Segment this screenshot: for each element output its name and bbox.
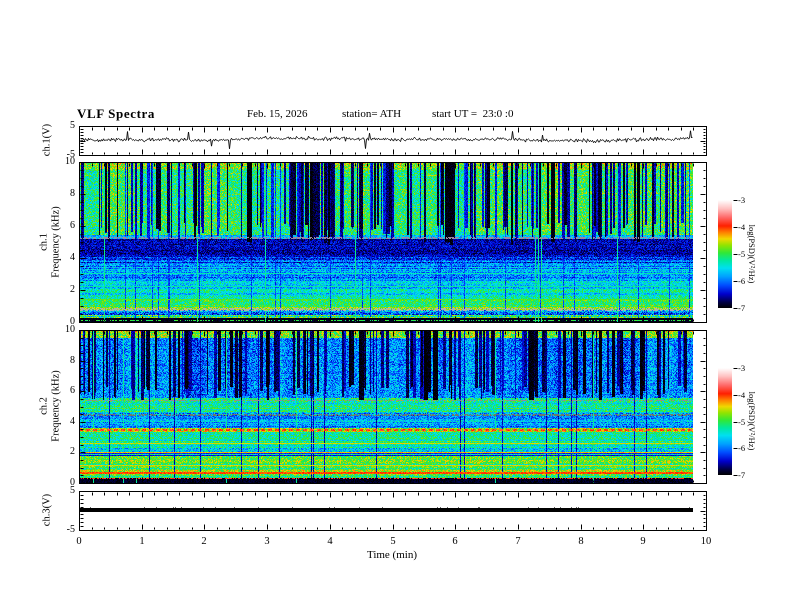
- y-tick-label: 2: [70, 284, 75, 295]
- ch2-channel-label: ch.2: [38, 397, 50, 415]
- y-tick-label: 2: [70, 446, 75, 457]
- x-tick-label: 0: [76, 536, 82, 547]
- y-tick-label: 5: [70, 485, 75, 496]
- colorbar-tick-label: -5: [738, 249, 746, 259]
- colorbar-tick-label: -5: [738, 417, 746, 427]
- ch1-channel-label: ch.1: [38, 233, 50, 251]
- x-tick-label: 10: [700, 536, 712, 547]
- x-tick-label: 1: [139, 536, 145, 547]
- x-tick-label: 5: [390, 536, 396, 547]
- x-tick-label: 9: [640, 536, 646, 547]
- axes-frame-ticks: [0, 0, 792, 612]
- y-tick-label: 4: [70, 416, 75, 427]
- y-tick-label: 5: [70, 120, 75, 131]
- y-tick-label: 8: [70, 188, 75, 199]
- colorbar-tick-label: -3: [738, 195, 746, 205]
- y-tick-label: 10: [65, 324, 75, 335]
- colorbar-tick-label: -7: [738, 303, 746, 313]
- x-axis-title: Time (min): [366, 549, 417, 561]
- x-tick-label: 6: [452, 536, 458, 547]
- colorbar-tick-label: -4: [738, 222, 746, 232]
- colorbar1-axis-label: log(PSD)(V²/Hz): [747, 224, 757, 284]
- y-tick-label: -5: [66, 524, 75, 535]
- y-tick-label: 8: [70, 355, 75, 366]
- colorbar-ch2: [718, 368, 732, 475]
- y-tick-label: 4: [70, 252, 75, 263]
- x-tick-label: 4: [327, 536, 333, 547]
- colorbar-tick-label: -7: [738, 470, 746, 480]
- x-tick-label: 7: [515, 536, 521, 547]
- x-tick-label: 2: [201, 536, 207, 547]
- ch3-voltage-axis-label: ch.3(V): [41, 493, 53, 527]
- x-tick-label: 3: [264, 536, 270, 547]
- colorbar-tick-label: -3: [738, 363, 746, 373]
- colorbar-tick-label: -6: [738, 443, 746, 453]
- y-tick-label: 10: [65, 156, 75, 167]
- colorbar-tick-label: -6: [738, 276, 746, 286]
- vlf-spectra-figure: VLF Spectra Feb. 15, 2026 station= ATH s…: [0, 0, 792, 612]
- x-tick-label: 8: [578, 536, 584, 547]
- colorbar-ch1: [718, 200, 732, 308]
- ch2-frequency-axis-label: Frequency (kHz): [50, 370, 62, 442]
- colorbar2-axis-label: log(PSD)(V²/Hz): [747, 391, 757, 451]
- y-tick-label: 6: [70, 385, 75, 396]
- y-tick-label: 6: [70, 220, 75, 231]
- colorbar-tick-label: -4: [738, 390, 746, 400]
- ch1-frequency-axis-label: Frequency (kHz): [50, 206, 62, 278]
